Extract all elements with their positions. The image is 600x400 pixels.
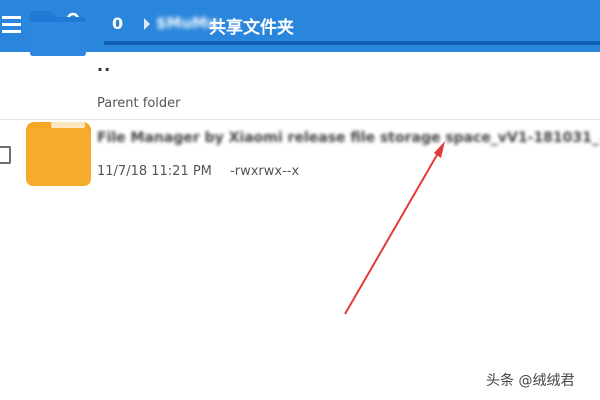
file-name: File Manager by Xiaomi release file stor… <box>97 130 600 146</box>
parent-folder-row[interactable] <box>0 52 600 120</box>
app-toolbar: 0 $MuMu 共享文件夹 <box>0 0 600 52</box>
folder-icon <box>26 122 91 186</box>
menu-icon[interactable] <box>0 12 24 38</box>
folder-icon <box>30 11 86 56</box>
file-modified-date: 11/7/18 11:21 PM <box>97 164 212 179</box>
breadcrumb-current-folder[interactable]: 共享文件夹 <box>209 13 294 38</box>
chevron-right-icon <box>144 18 150 30</box>
watermark: 头条 @绒绒君 <box>486 373 575 389</box>
parent-folder-caption: Parent folder <box>97 96 181 111</box>
parent-folder-name: .. <box>97 56 112 75</box>
select-checkbox[interactable] <box>0 146 11 164</box>
path-level-count[interactable]: 0 <box>112 14 123 33</box>
file-metadata: 11/7/18 11:21 PM -rwxrwx--x <box>97 164 299 179</box>
file-permissions: -rwxrwx--x <box>230 164 300 179</box>
breadcrumb-underline <box>104 41 600 45</box>
